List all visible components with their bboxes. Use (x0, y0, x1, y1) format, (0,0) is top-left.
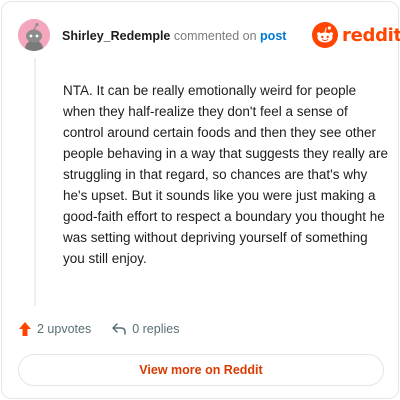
reddit-logo[interactable]: reddit (312, 22, 400, 48)
comment-header: Shirley_Redemple commented on post (62, 28, 286, 44)
action-text: commented on (173, 29, 257, 43)
comment-body: NTA. It can be really emotionally weird … (63, 83, 388, 266)
reply-count: 0 replies (132, 322, 180, 336)
thread-line (34, 58, 36, 306)
comment-actions: 2 upvotes 0 replies (18, 319, 179, 339)
upvote-count: 2 upvotes (37, 322, 92, 336)
comment-card: Shirley_Redemple commented on post reddi… (1, 1, 400, 399)
post-link[interactable]: post (260, 29, 286, 43)
reddit-alien-icon (312, 22, 338, 48)
view-more-button[interactable]: View more on Reddit (18, 354, 384, 386)
reply-button[interactable]: 0 replies (111, 322, 179, 336)
snoo-avatar-icon (18, 19, 50, 51)
avatar[interactable] (18, 19, 50, 51)
username-link[interactable]: Shirley_Redemple (62, 29, 170, 43)
upvote-arrow-icon (19, 322, 31, 336)
reply-arrow-icon (112, 323, 126, 335)
brand-name: reddit (342, 24, 400, 46)
upvote-button[interactable]: 2 upvotes (18, 321, 91, 337)
